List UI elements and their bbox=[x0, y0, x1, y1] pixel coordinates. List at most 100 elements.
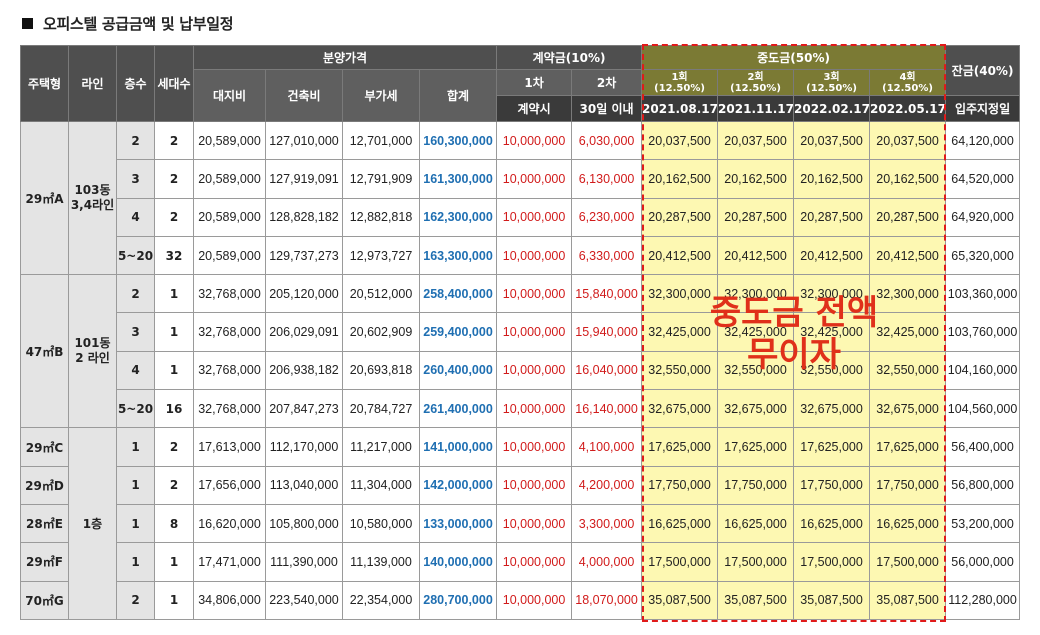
building-cell: 223,540,000 bbox=[265, 580, 343, 620]
total-cell: 133,000,000 bbox=[418, 503, 498, 544]
total-cell: 141,000,000 bbox=[418, 427, 498, 467]
building-cell: 113,040,000 bbox=[265, 465, 343, 505]
vat-cell: 20,512,000 bbox=[342, 274, 420, 314]
contract-1-cell: 10,000,000 bbox=[496, 580, 573, 620]
contract-2-cell: 6,130,000 bbox=[571, 159, 643, 199]
land-cell: 17,471,000 bbox=[193, 542, 266, 582]
header-middle-3: 3회 (12.50%) bbox=[793, 69, 871, 96]
middle-3-cell: 17,500,000 bbox=[793, 542, 871, 582]
middle-1-cell: 32,425,000 bbox=[641, 312, 719, 352]
table-row: 5~20 32 20,589,000 129,737,273 12,973,727 163… bbox=[21, 235, 1021, 276]
floor-cell: 1 bbox=[116, 542, 155, 582]
middle-1-cell: 20,162,500 bbox=[641, 159, 719, 199]
header-type: 주택형 bbox=[20, 45, 69, 122]
line-cell-103: 103동 3,4라인 bbox=[68, 120, 117, 276]
header-middle-1-label: 1회 bbox=[671, 71, 688, 83]
building-cell: 127,010,000 bbox=[265, 120, 343, 161]
total-cell: 142,000,000 bbox=[418, 465, 498, 505]
middle-2-cell: 20,162,500 bbox=[717, 159, 795, 199]
total-cell: 162,300,000 bbox=[418, 197, 498, 237]
vat-cell: 11,139,000 bbox=[342, 542, 420, 582]
middle-3-cell: 17,625,000 bbox=[793, 427, 871, 467]
land-cell: 20,589,000 bbox=[193, 197, 266, 237]
vat-cell: 20,784,727 bbox=[342, 389, 420, 429]
total-cell: 280,700,000 bbox=[418, 580, 498, 620]
units-cell: 1 bbox=[154, 312, 194, 352]
units-cell: 1 bbox=[154, 580, 194, 620]
type-cell-29a: 29㎡A bbox=[20, 120, 69, 276]
balance-cell: 56,800,000 bbox=[945, 465, 1021, 505]
building-cell: 129,737,273 bbox=[265, 235, 343, 276]
total-cell: 260,400,000 bbox=[418, 350, 498, 391]
header-middle-2: 2회 (12.50%) bbox=[717, 69, 795, 96]
contract-2-cell: 18,070,000 bbox=[571, 580, 643, 620]
middle-2-cell: 16,625,000 bbox=[717, 503, 795, 544]
price-schedule-table: 주택형 라인 층수 세대수 분양가격 계약금(10%) 중도금(50%) 잔금(… bbox=[20, 45, 1021, 620]
balance-cell: 56,000,000 bbox=[945, 542, 1021, 582]
units-cell: 1 bbox=[154, 274, 194, 314]
middle-2-cell: 32,550,000 bbox=[717, 350, 795, 391]
header-middle-3-pct: (12.50%) bbox=[806, 82, 857, 94]
header-vat: 부가세 bbox=[342, 69, 420, 122]
middle-1-cell: 16,625,000 bbox=[641, 503, 719, 544]
floor-cell: 1 bbox=[116, 427, 155, 467]
table-row: 29㎡D 1 2 17,656,000 113,040,000 11,304,000 142… bbox=[20, 465, 1021, 505]
total-cell: 161,300,000 bbox=[418, 159, 498, 199]
contract-2-cell: 6,030,000 bbox=[571, 120, 643, 161]
vat-cell: 12,791,909 bbox=[342, 159, 420, 199]
land-cell: 17,656,000 bbox=[193, 465, 266, 505]
middle-2-cell: 20,412,500 bbox=[717, 235, 795, 276]
header-contract-2-when: 30일 이내 bbox=[571, 95, 643, 122]
middle-4-cell: 16,625,000 bbox=[869, 503, 947, 544]
type-cell-28e: 28㎡E bbox=[20, 503, 69, 544]
header-total: 합계 bbox=[418, 69, 498, 122]
header-contract-1: 1차 bbox=[496, 69, 573, 96]
land-cell: 20,589,000 bbox=[193, 235, 266, 276]
floor-cell: 4 bbox=[116, 197, 155, 237]
middle-3-cell: 20,412,500 bbox=[793, 235, 871, 276]
vat-cell: 12,882,818 bbox=[342, 197, 420, 237]
contract-1-cell: 10,000,000 bbox=[496, 427, 573, 467]
land-cell: 32,768,000 bbox=[193, 350, 266, 391]
table-row: 28㎡E 1 8 16,620,000 105,800,000 10,580,000 133… bbox=[20, 503, 1021, 544]
land-cell: 32,768,000 bbox=[193, 389, 266, 429]
middle-4-cell: 17,750,000 bbox=[869, 465, 947, 505]
contract-1-cell: 10,000,000 bbox=[496, 120, 573, 161]
header-middle-1: 1회 (12.50%) bbox=[641, 69, 719, 96]
total-cell: 261,400,000 bbox=[418, 389, 498, 429]
balance-cell: 112,280,000 bbox=[945, 580, 1021, 620]
balance-cell: 104,160,000 bbox=[945, 350, 1021, 391]
header-units: 세대수 bbox=[154, 45, 194, 122]
contract-2-cell: 4,000,000 bbox=[571, 542, 643, 582]
floor-cell: 4 bbox=[116, 350, 155, 391]
type-cell-70g: 70㎡G bbox=[20, 580, 69, 620]
header-middle-2-pct: (12.50%) bbox=[730, 82, 781, 94]
middle-4-cell: 32,550,000 bbox=[869, 350, 947, 391]
middle-4-cell: 20,412,500 bbox=[869, 235, 947, 276]
vat-cell: 22,354,000 bbox=[342, 580, 420, 620]
floor-cell: 5~20 bbox=[116, 389, 155, 429]
table-row: 70㎡G 2 1 34,806,000 223,540,000 22,354,000 280… bbox=[20, 580, 1021, 620]
units-cell: 2 bbox=[154, 427, 194, 467]
header-price-group: 분양가격 bbox=[192, 45, 498, 70]
middle-4-cell: 32,300,000 bbox=[869, 274, 947, 314]
header-middle-3-label: 3회 bbox=[823, 71, 840, 83]
floor-cell: 2 bbox=[116, 580, 155, 620]
line-cell-1f: 1층 bbox=[68, 427, 117, 620]
total-cell: 140,000,000 bbox=[418, 542, 498, 582]
contract-1-cell: 10,000,000 bbox=[496, 389, 573, 429]
contract-1-cell: 10,000,000 bbox=[496, 503, 573, 544]
middle-3-cell: 20,037,500 bbox=[793, 120, 871, 161]
header-middle-4-pct: (12.50%) bbox=[882, 82, 933, 94]
header-middle-4-label: 4회 bbox=[899, 71, 916, 83]
balance-cell: 64,920,000 bbox=[945, 197, 1021, 237]
contract-1-cell: 10,000,000 bbox=[496, 312, 573, 352]
header-middle-2-date: 2021.11.17 bbox=[717, 95, 795, 122]
balance-cell: 103,760,000 bbox=[945, 312, 1021, 352]
balance-cell: 104,560,000 bbox=[945, 389, 1021, 429]
contract-1-cell: 10,000,000 bbox=[496, 197, 573, 237]
type-cell-47b: 47㎡B bbox=[20, 274, 69, 429]
middle-1-cell: 17,500,000 bbox=[641, 542, 719, 582]
building-cell: 207,847,273 bbox=[265, 389, 343, 429]
contract-2-cell: 4,200,000 bbox=[571, 465, 643, 505]
